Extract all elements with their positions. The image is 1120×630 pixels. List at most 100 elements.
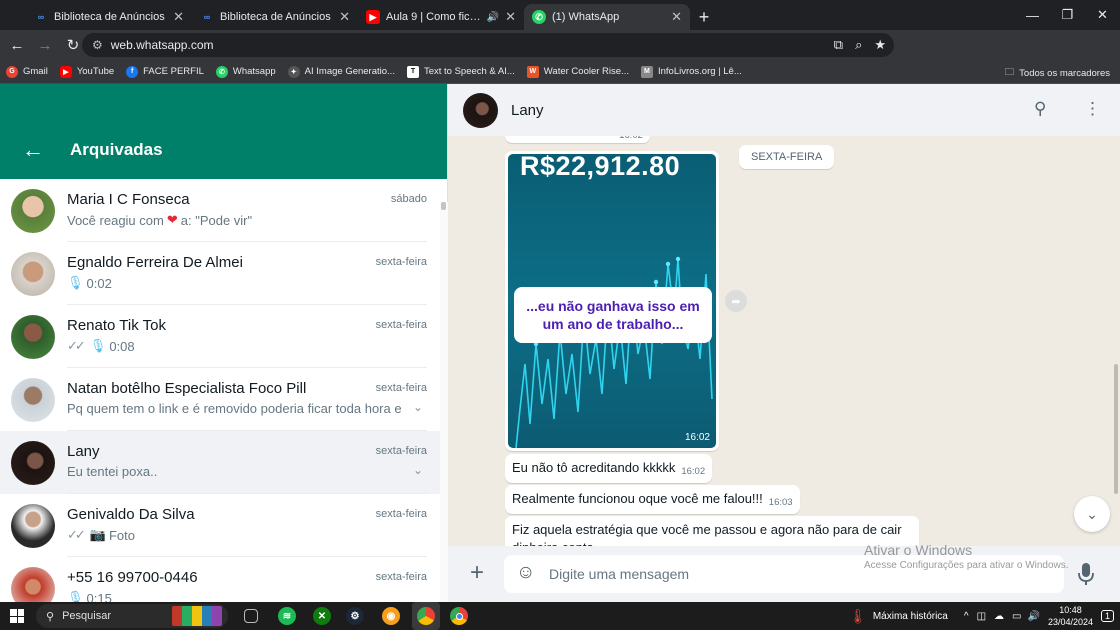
bookmark-gmail[interactable]: G Gmail	[6, 65, 48, 78]
browser-tab-4[interactable]: ✆ (1) WhatsApp ✕	[524, 4, 690, 30]
browser-tab-3[interactable]: ▶ Aula 9 | Como ficar rico rá 🔊 ✕	[358, 4, 524, 30]
all-bookmarks-label: Todos os marcadores	[1019, 67, 1110, 79]
chat-item-genivaldo[interactable]: Genivaldo Da Silva sexta-feira ✓✓ 📷 Foto	[0, 494, 447, 557]
bookmarks-bar: G Gmail ▶ YouTube f FACE PERFIL ✆ Whatsapp ✦…	[0, 60, 1120, 84]
image-amount-text: R$22,912.80	[520, 154, 681, 181]
chat-name: Egnaldo Ferreira De Almei	[67, 254, 243, 271]
image-message[interactable]: R$22,912.80 ...eu não ganhava isso em um…	[505, 151, 719, 451]
site-info-icon[interactable]: ⚙	[92, 38, 103, 52]
chat-item-natan[interactable]: Natan botêlho Especialista Foco Pill sex…	[0, 368, 447, 431]
chrome-taskbar-active[interactable]	[412, 602, 440, 630]
bookmark-text-to-speech[interactable]: T Text to Speech & AI...	[406, 65, 515, 78]
chevron-up-icon[interactable]: ^	[964, 611, 969, 622]
bookmark-label: InfoLivros.org | Lê...	[657, 66, 742, 77]
chat-time: sábado	[390, 193, 427, 205]
address-bar[interactable]: ⚙ web.whatsapp.com ⧉ ⌕ ★	[82, 33, 894, 57]
gmail-envelope-icon: M	[640, 65, 653, 78]
chat-name: +55 16 99700-0446	[67, 569, 198, 586]
monitor-icon[interactable]: ▭	[1012, 611, 1021, 622]
bookmark-water-cooler[interactable]: W Water Cooler Rise...	[526, 65, 629, 78]
windows-start-icon[interactable]	[10, 609, 24, 623]
avatar	[11, 251, 55, 296]
spotify-icon[interactable]: ≋	[278, 607, 296, 625]
close-tab-icon[interactable]: ✕	[173, 9, 184, 25]
bookmark-whatsapp[interactable]: ✆ Whatsapp	[215, 65, 276, 78]
task-view-icon[interactable]	[244, 609, 258, 623]
chat-item-egnaldo[interactable]: Egnaldo Ferreira De Almei sexta-feira 🎙 0…	[0, 242, 447, 305]
emoji-icon[interactable]: ☺	[516, 563, 535, 583]
steam-icon[interactable]: ⚙	[346, 607, 364, 625]
cloud-icon[interactable]: ☁	[994, 611, 1004, 622]
chevron-down-icon[interactable]: ⌄	[413, 400, 423, 414]
back-arrow-icon[interactable]: ←	[4, 32, 30, 58]
conversation-header[interactable]: Lany ⚲ ⋮	[448, 84, 1120, 136]
message-bubble: Realmente funcionou oque você me falou!!…	[505, 485, 800, 514]
tab-strip: ∞ Biblioteca de Anúncios ✕ ∞ Biblioteca …	[0, 0, 1120, 30]
chat-name: Natan botêlho Especialista Foco Pill	[67, 380, 307, 397]
weather-label[interactable]: Máxima histórica	[873, 611, 948, 622]
avatar	[11, 503, 55, 548]
volume-icon[interactable]: 🔊	[1027, 611, 1039, 622]
chat-item-maria[interactable]: Maria I C Fonseca sábado Você reagiu com…	[0, 179, 447, 242]
chat-preview: 0:15	[86, 590, 112, 603]
message-input-placeholder: Digite uma mensagem	[549, 566, 690, 582]
chat-preview: 0:02	[86, 275, 112, 291]
speaker-icon[interactable]: 🔊	[487, 12, 499, 23]
menu-icon[interactable]: ⋮	[1084, 99, 1101, 119]
forward-arrow-icon[interactable]: →	[32, 32, 58, 58]
attach-plus-icon[interactable]: +	[470, 561, 484, 585]
search-icon[interactable]: ⚲	[1034, 99, 1046, 119]
avatar	[11, 440, 55, 485]
clock[interactable]: 10:48 23/04/2024	[1048, 604, 1093, 628]
conversation-scrollbar[interactable]	[1114, 364, 1118, 494]
bookmark-youtube[interactable]: ▶ YouTube	[59, 65, 114, 78]
close-tab-icon[interactable]: ✕	[505, 9, 516, 25]
chat-item-renato[interactable]: Renato Tik Tok sexta-feira ✓✓ 🎙 0:08	[0, 305, 447, 368]
whatsapp-icon: ✆	[215, 65, 228, 78]
image-quote-text: ...eu não ganhava isso em um ano de trab…	[514, 287, 712, 343]
forward-icon[interactable]: ➦	[725, 290, 747, 312]
message-input[interactable]: ☺ Digite uma mensagem	[504, 555, 1064, 593]
message-text: Eu não tô acreditando kkkkk	[512, 460, 676, 475]
bookmark-infolivros[interactable]: M InfoLivros.org | Lê...	[640, 65, 742, 78]
bookmark-ai-image[interactable]: ✦ AI Image Generatio...	[287, 65, 395, 78]
overwatch-icon[interactable]: ◉	[382, 607, 400, 625]
bookmark-label: AI Image Generatio...	[304, 66, 395, 77]
close-tab-icon[interactable]: ✕	[339, 9, 350, 25]
taskbar-search[interactable]: ⚲ Pesquisar	[36, 604, 228, 628]
scroll-down-button[interactable]: ⌄	[1074, 496, 1110, 532]
message-time: 16:02	[681, 466, 706, 477]
notification-icon[interactable]: 1	[1100, 610, 1114, 622]
browser-tab-1[interactable]: ∞ Biblioteca de Anúncios ✕	[26, 4, 192, 30]
chevron-down-icon[interactable]: ⌄	[413, 463, 423, 477]
install-app-icon[interactable]: ⧉	[834, 37, 843, 53]
folder-icon: 🗀	[1004, 67, 1015, 78]
browser-tab-2[interactable]: ∞ Biblioteca de Anúncios ✕	[192, 4, 358, 30]
image-thumbnail[interactable]: R$22,912.80 ...eu não ganhava isso em um…	[508, 154, 716, 448]
close-tab-icon[interactable]: ✕	[671, 9, 682, 25]
chrome-icon[interactable]	[450, 607, 468, 625]
close-window-icon[interactable]: ✕	[1085, 0, 1120, 30]
bookmark-face-perfil[interactable]: f FACE PERFIL	[126, 65, 204, 78]
microphone-icon[interactable]	[1078, 562, 1094, 586]
archived-header: ← Arquivadas	[0, 84, 447, 179]
chat-item-lany[interactable]: Lany sexta-feira Eu tentei poxa.. ⌄	[0, 431, 447, 494]
new-tab-button[interactable]: +	[690, 4, 718, 30]
tray-app-icon[interactable]: ◫	[977, 611, 986, 622]
contact-name: Lany	[511, 101, 544, 119]
chat-item-phone[interactable]: +55 16 99700-0446 sexta-feira 🎙 0:15	[0, 557, 447, 602]
xbox-icon[interactable]: ✕	[313, 607, 331, 625]
avatar[interactable]	[463, 92, 498, 128]
zoom-icon[interactable]: ⌕	[855, 37, 862, 53]
chat-preview-prefix: Você reagiu com	[67, 212, 164, 228]
back-arrow-icon[interactable]: ←	[22, 139, 44, 161]
restore-icon[interactable]: ❐	[1050, 0, 1085, 30]
chat-list-panel: ← Arquivadas Maria I C Fonseca sábado Vo…	[0, 84, 448, 602]
minimize-icon[interactable]: —	[1015, 0, 1050, 30]
chat-list-scrollbar[interactable]	[440, 202, 448, 602]
all-bookmarks[interactable]: 🗀 Todos os marcadores	[1005, 65, 1110, 81]
bookmark-star-icon[interactable]: ★	[874, 37, 886, 53]
archived-title: Arquivadas	[70, 140, 163, 159]
chat-time: sexta-feira	[375, 508, 427, 520]
chat-preview: 0:08	[109, 338, 135, 354]
